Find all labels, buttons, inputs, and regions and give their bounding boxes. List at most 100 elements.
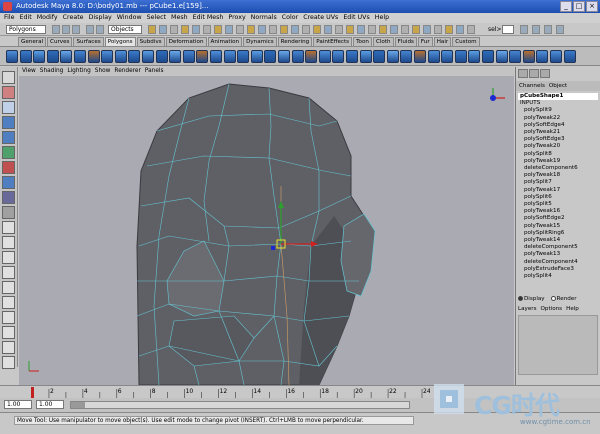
panel-menu-show[interactable]: Show	[95, 67, 111, 76]
menu-normals[interactable]: Normals	[251, 13, 277, 23]
status-line-tool-icon[interactable]	[390, 25, 398, 34]
shelf-tool-icon[interactable]	[237, 50, 250, 63]
shelf-tab-fluids[interactable]: Fluids	[394, 37, 417, 46]
layer-editor-mode-icon[interactable]	[529, 69, 539, 78]
shelf-tool-icon[interactable]	[278, 50, 290, 63]
shelf-tool-icon[interactable]	[318, 50, 331, 63]
shelf-tool-icon[interactable]	[522, 50, 535, 63]
new-scene-icon[interactable]	[52, 25, 60, 34]
menu-file[interactable]: File	[4, 13, 15, 23]
status-line-tool-icon[interactable]	[467, 25, 475, 34]
layout-persp-graph-icon[interactable]	[2, 266, 15, 279]
perspective-viewport[interactable]: View Shading Lighting Show Renderer Pane…	[19, 67, 514, 385]
channel-box-input-item[interactable]: deleteComponent6	[518, 165, 598, 172]
status-line-tool-icon[interactable]	[412, 25, 420, 34]
status-line-tool-icon[interactable]	[335, 25, 343, 34]
soft-mod-tool-icon[interactable]	[2, 176, 15, 189]
channel-box-input-item[interactable]: polyExtrudeFace3	[518, 266, 598, 273]
panel-menu-lighting[interactable]: Lighting	[67, 67, 90, 76]
shelf-tool-icon[interactable]	[142, 50, 154, 63]
panel-menu-shading[interactable]: Shading	[40, 67, 64, 76]
layout-extra2-icon[interactable]	[2, 326, 15, 339]
channel-box-input-item[interactable]: polyTweak20	[518, 143, 598, 150]
close-button[interactable]: ×	[586, 1, 598, 12]
shelf-tab-polygons[interactable]: Polygons	[104, 37, 136, 46]
status-line-tool-icon[interactable]	[269, 25, 277, 34]
shelf-tool-icon[interactable]	[60, 50, 73, 63]
channel-box-input-item[interactable]: polyTweak17	[518, 187, 598, 194]
status-line-tool-icon[interactable]	[280, 25, 288, 34]
shelf-tool-icon[interactable]	[414, 50, 426, 63]
shelf-tool-icon[interactable]	[495, 50, 508, 63]
status-line-tool-icon[interactable]	[379, 25, 387, 34]
status-line-tool-icon[interactable]	[445, 25, 453, 34]
display-radio[interactable]: Display	[518, 295, 545, 304]
shelf-tool-icon[interactable]	[536, 50, 549, 63]
shelf-tab-subdivs[interactable]: Subdivs	[136, 37, 165, 46]
channel-box-input-item[interactable]: polySoftEdge2	[518, 215, 598, 222]
start-time-field[interactable]: 1.00	[4, 400, 32, 409]
status-line-tool-icon[interactable]	[258, 25, 266, 34]
channel-box-input-item[interactable]: polySplit7	[518, 179, 598, 186]
layer-menu-help[interactable]: Help	[566, 305, 579, 314]
shelf-tool-icon[interactable]	[196, 50, 209, 63]
status-line-tool-icon[interactable]	[302, 25, 310, 34]
channel-box-input-item[interactable]: polyTweak13	[518, 251, 598, 258]
status-line-tool-icon[interactable]	[291, 25, 299, 34]
channel-box-input-item[interactable]: polyTweak22	[518, 115, 598, 122]
shelf-tool-icon[interactable]	[563, 50, 576, 63]
channel-box-input-item[interactable]: polySoftEdge3	[518, 136, 598, 143]
shelf-tool-icon[interactable]	[101, 50, 114, 63]
menu-select[interactable]: Select	[147, 13, 166, 23]
menu-mesh[interactable]: Mesh	[171, 13, 188, 23]
shelf-tool-icon[interactable]	[305, 50, 318, 63]
status-line-tool-icon[interactable]	[192, 25, 200, 34]
channel-box-input-item[interactable]: polySoftEdge4	[518, 122, 598, 129]
shelf-tool-icon[interactable]	[46, 50, 59, 63]
status-line-tool-icon[interactable]	[214, 25, 222, 34]
shelf-tool-icon[interactable]	[550, 50, 562, 63]
panel-menu-panels[interactable]: Panels	[145, 67, 164, 76]
rotate-tool-icon[interactable]	[2, 131, 15, 144]
channel-box-input-item[interactable]: polySplit8	[518, 151, 598, 158]
shelf-tab-hair[interactable]: Hair	[433, 37, 452, 46]
shelf-tool-icon[interactable]	[441, 50, 454, 63]
layout-custom-icon[interactable]	[2, 296, 15, 309]
status-line-tool-icon[interactable]	[236, 25, 244, 34]
menu-create-uvs[interactable]: Create UVs	[303, 13, 338, 23]
status-line-tool-icon[interactable]	[401, 25, 409, 34]
shelf-tool-icon[interactable]	[87, 50, 100, 63]
shelf-tab-animation[interactable]: Animation	[207, 37, 243, 46]
shelf-tool-icon[interactable]	[427, 50, 440, 63]
paint-select-tool-icon[interactable]	[2, 101, 15, 114]
channel-box-input-item[interactable]: polyTweak19	[518, 158, 598, 165]
shelf-tool-icon[interactable]	[33, 50, 46, 63]
shelf-tab-surfaces[interactable]: Surfaces	[73, 37, 104, 46]
panel-menu-view[interactable]: View	[22, 67, 36, 76]
menu-set-dropdown[interactable]: Polygons	[6, 25, 46, 34]
minimize-button[interactable]: _	[560, 1, 572, 12]
status-line-tool-icon[interactable]	[368, 25, 376, 34]
end-time-field[interactable]: 1.00	[36, 400, 64, 409]
select-tool-icon[interactable]	[2, 71, 15, 84]
channel-box-input-item[interactable]: polyTweak18	[518, 172, 598, 179]
layout-hypershade-icon[interactable]	[2, 281, 15, 294]
channel-box-input-item[interactable]: polySplit5	[518, 201, 598, 208]
channel-box-input-item[interactable]: deleteComponent5	[518, 244, 598, 251]
last-tool-icon[interactable]	[2, 206, 15, 219]
shelf-tool-icon[interactable]	[19, 50, 32, 63]
shelf-tool-icon[interactable]	[114, 50, 127, 63]
shelf-tab-fur[interactable]: Fur	[417, 37, 433, 46]
status-line-tool-icon[interactable]	[181, 25, 189, 34]
shelf-tool-icon[interactable]	[128, 50, 141, 63]
shelf-tool-icon[interactable]	[250, 50, 263, 63]
shelf-tool-icon[interactable]	[373, 50, 386, 63]
shelf-tab-general[interactable]: General	[18, 37, 47, 46]
show-manipulator-icon[interactable]	[2, 191, 15, 204]
open-scene-icon[interactable]	[62, 25, 70, 34]
status-line-tool-icon[interactable]	[324, 25, 332, 34]
channel-box-input-item[interactable]: polyTweak16	[518, 208, 598, 215]
object-menu[interactable]: Object	[549, 81, 567, 91]
menu-edit-mesh[interactable]: Edit Mesh	[193, 13, 224, 23]
channel-box-input-item[interactable]: polyTweak15	[518, 223, 598, 230]
